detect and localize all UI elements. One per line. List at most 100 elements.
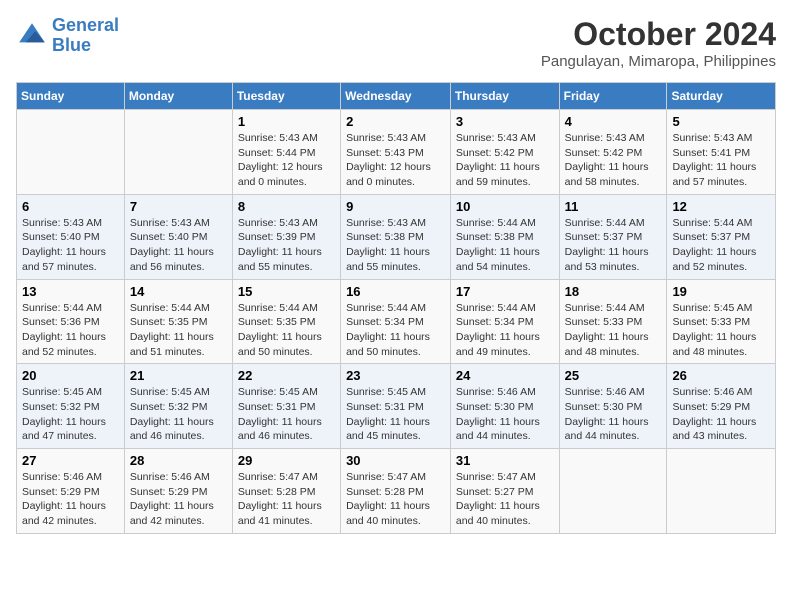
day-number: 11 [565,199,662,214]
day-content: Sunrise: 5:43 AM Sunset: 5:39 PM Dayligh… [238,216,335,275]
logo-line1: General [52,15,119,35]
calendar-cell: 12Sunrise: 5:44 AM Sunset: 5:37 PM Dayli… [667,194,776,279]
calendar-cell: 7Sunrise: 5:43 AM Sunset: 5:40 PM Daylig… [124,194,232,279]
logo-line2: Blue [52,35,91,55]
day-number: 29 [238,453,335,468]
day-content: Sunrise: 5:43 AM Sunset: 5:42 PM Dayligh… [456,131,554,190]
calendar-cell: 28 Sunrise: 5:46 AM Sunset: 5:29 PM Dayli… [124,449,232,534]
day-content: Sunrise: 5:46 AM Sunset: 5:30 PM Dayligh… [565,385,662,444]
day-content: Sunrise: 5:46 AM Sunset: 5:29 PM Dayligh… [130,470,227,529]
day-number: 19 [672,284,770,299]
day-content: Sunrise: 5:46 AM Sunset: 5:29 PM Dayligh… [22,470,119,529]
calendar-cell [124,110,232,195]
calendar-cell: 16 Sunrise: 5:44 AM Sunset: 5:34 PM Dayli… [341,279,451,364]
day-content: Sunrise: 5:43 AM Sunset: 5:38 PM Dayligh… [346,216,445,275]
header-friday: Friday [559,83,667,110]
calendar-cell: 3 Sunrise: 5:43 AM Sunset: 5:42 PM Daylig… [450,110,559,195]
day-content: Sunrise: 5:44 AM Sunset: 5:34 PM Dayligh… [456,301,554,360]
day-number: 6 [22,199,119,214]
day-number: 26 [672,368,770,383]
day-number: 13 [22,284,119,299]
day-content: Sunrise: 5:47 AM Sunset: 5:27 PM Dayligh… [456,470,554,529]
calendar-cell: 9 Sunrise: 5:43 AM Sunset: 5:38 PM Daylig… [341,194,451,279]
calendar-week-row: 1 Sunrise: 5:43 AM Sunset: 5:44 PM Daylig… [17,110,776,195]
day-number: 28 [130,453,227,468]
calendar-header-row: SundayMondayTuesdayWednesdayThursdayFrid… [17,83,776,110]
day-content: Sunrise: 5:44 AM Sunset: 5:36 PM Dayligh… [22,301,119,360]
day-number: 5 [672,114,770,129]
header-sunday: Sunday [17,83,125,110]
calendar-cell: 4 Sunrise: 5:43 AM Sunset: 5:42 PM Daylig… [559,110,667,195]
day-number: 17 [456,284,554,299]
header-wednesday: Wednesday [341,83,451,110]
calendar-cell: 6 Sunrise: 5:43 AM Sunset: 5:40 PM Daylig… [17,194,125,279]
day-content: Sunrise: 5:43 AM Sunset: 5:42 PM Dayligh… [565,131,662,190]
day-number: 30 [346,453,445,468]
calendar-cell: 21Sunrise: 5:45 AM Sunset: 5:32 PM Dayli… [124,364,232,449]
day-content: Sunrise: 5:44 AM Sunset: 5:35 PM Dayligh… [130,301,227,360]
calendar-cell: 26 Sunrise: 5:46 AM Sunset: 5:29 PM Dayli… [667,364,776,449]
calendar-cell: 15 Sunrise: 5:44 AM Sunset: 5:35 PM Dayli… [232,279,340,364]
day-content: Sunrise: 5:43 AM Sunset: 5:40 PM Dayligh… [22,216,119,275]
calendar-week-row: 6 Sunrise: 5:43 AM Sunset: 5:40 PM Daylig… [17,194,776,279]
calendar-subtitle: Pangulayan, Mimaropa, Philippines [541,53,776,70]
day-content: Sunrise: 5:43 AM Sunset: 5:41 PM Dayligh… [672,131,770,190]
calendar-cell: 29 Sunrise: 5:47 AM Sunset: 5:28 PM Dayli… [232,449,340,534]
day-content: Sunrise: 5:44 AM Sunset: 5:38 PM Dayligh… [456,216,554,275]
day-content: Sunrise: 5:47 AM Sunset: 5:28 PM Dayligh… [238,470,335,529]
day-number: 2 [346,114,445,129]
day-content: Sunrise: 5:44 AM Sunset: 5:33 PM Dayligh… [565,301,662,360]
calendar-cell: 1 Sunrise: 5:43 AM Sunset: 5:44 PM Daylig… [232,110,340,195]
day-content: Sunrise: 5:46 AM Sunset: 5:29 PM Dayligh… [672,385,770,444]
day-number: 16 [346,284,445,299]
calendar-cell: 17 Sunrise: 5:44 AM Sunset: 5:34 PM Dayli… [450,279,559,364]
day-content: Sunrise: 5:44 AM Sunset: 5:35 PM Dayligh… [238,301,335,360]
day-number: 3 [456,114,554,129]
day-number: 24 [456,368,554,383]
day-content: Sunrise: 5:43 AM Sunset: 5:44 PM Dayligh… [238,131,335,190]
day-content: Sunrise: 5:46 AM Sunset: 5:30 PM Dayligh… [456,385,554,444]
calendar-cell [17,110,125,195]
logo: General Blue [16,16,119,56]
calendar-title: October 2024 [541,16,776,53]
day-number: 1 [238,114,335,129]
day-number: 21 [130,368,227,383]
day-number: 18 [565,284,662,299]
calendar-cell: 27 Sunrise: 5:46 AM Sunset: 5:29 PM Dayli… [17,449,125,534]
calendar-cell: 19 Sunrise: 5:45 AM Sunset: 5:33 PM Dayli… [667,279,776,364]
calendar-cell: 31Sunrise: 5:47 AM Sunset: 5:27 PM Dayli… [450,449,559,534]
calendar-cell: 13 Sunrise: 5:44 AM Sunset: 5:36 PM Dayli… [17,279,125,364]
calendar-cell: 11 Sunrise: 5:44 AM Sunset: 5:37 PM Dayli… [559,194,667,279]
day-content: Sunrise: 5:47 AM Sunset: 5:28 PM Dayligh… [346,470,445,529]
day-content: Sunrise: 5:44 AM Sunset: 5:34 PM Dayligh… [346,301,445,360]
calendar-cell: 20 Sunrise: 5:45 AM Sunset: 5:32 PM Dayli… [17,364,125,449]
calendar-cell [559,449,667,534]
calendar-cell [667,449,776,534]
calendar-cell: 25 Sunrise: 5:46 AM Sunset: 5:30 PM Dayli… [559,364,667,449]
calendar-week-row: 13 Sunrise: 5:44 AM Sunset: 5:36 PM Dayli… [17,279,776,364]
calendar-cell: 14Sunrise: 5:44 AM Sunset: 5:35 PM Dayli… [124,279,232,364]
calendar-cell: 10Sunrise: 5:44 AM Sunset: 5:38 PM Dayli… [450,194,559,279]
header-thursday: Thursday [450,83,559,110]
day-number: 15 [238,284,335,299]
day-number: 27 [22,453,119,468]
day-number: 4 [565,114,662,129]
logo-text: General Blue [52,16,119,56]
day-content: Sunrise: 5:44 AM Sunset: 5:37 PM Dayligh… [565,216,662,275]
day-number: 20 [22,368,119,383]
calendar-cell: 24 Sunrise: 5:46 AM Sunset: 5:30 PM Dayli… [450,364,559,449]
day-content: Sunrise: 5:45 AM Sunset: 5:32 PM Dayligh… [22,385,119,444]
day-content: Sunrise: 5:45 AM Sunset: 5:33 PM Dayligh… [672,301,770,360]
calendar-cell: 8Sunrise: 5:43 AM Sunset: 5:39 PM Daylig… [232,194,340,279]
calendar-table: SundayMondayTuesdayWednesdayThursdayFrid… [16,82,776,534]
day-number: 25 [565,368,662,383]
day-content: Sunrise: 5:45 AM Sunset: 5:31 PM Dayligh… [346,385,445,444]
calendar-cell: 23Sunrise: 5:45 AM Sunset: 5:31 PM Dayli… [341,364,451,449]
header-monday: Monday [124,83,232,110]
calendar-week-row: 27 Sunrise: 5:46 AM Sunset: 5:29 PM Dayli… [17,449,776,534]
day-number: 9 [346,199,445,214]
day-number: 22 [238,368,335,383]
day-content: Sunrise: 5:45 AM Sunset: 5:31 PM Dayligh… [238,385,335,444]
day-content: Sunrise: 5:43 AM Sunset: 5:40 PM Dayligh… [130,216,227,275]
page-header: General Blue October 2024 Pangulayan, Mi… [16,16,776,70]
